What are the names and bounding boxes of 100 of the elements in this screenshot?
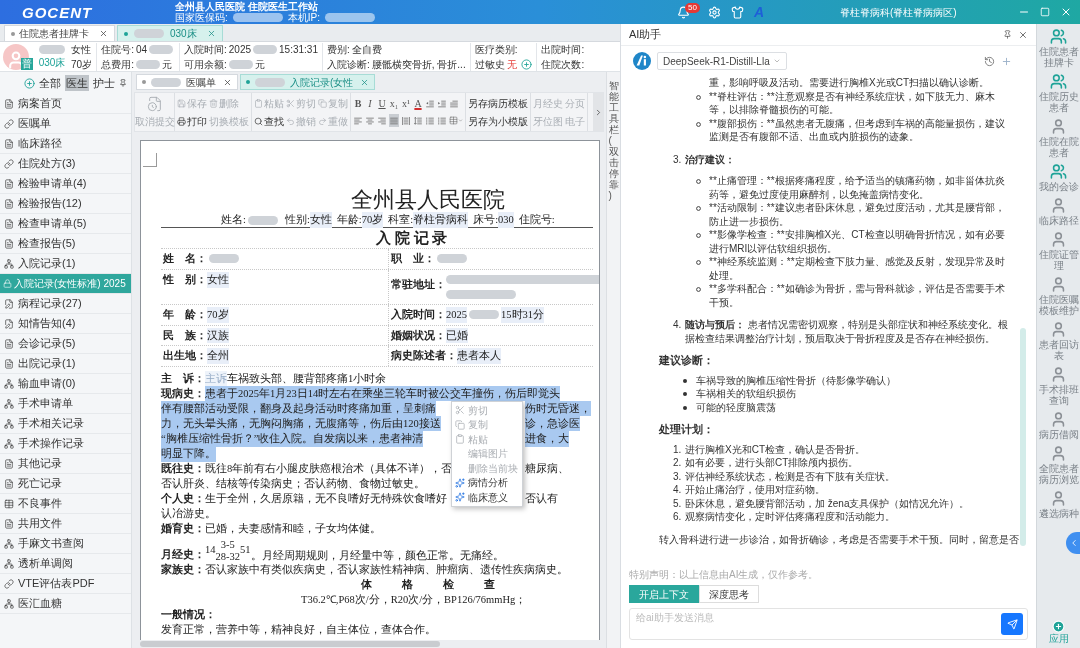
close-icon[interactable]	[1018, 29, 1028, 40]
maximize-icon[interactable]	[1040, 7, 1050, 17]
align-center-button[interactable]	[365, 114, 375, 127]
distribute-button[interactable]	[401, 114, 411, 127]
text-format-button[interactable]: I	[365, 97, 375, 110]
document-tab[interactable]: 医嘱单	[136, 74, 238, 90]
mode-toggle[interactable]: 深度思考	[699, 585, 759, 603]
record-item[interactable]: 死亡记录	[0, 474, 131, 494]
shortcut-item[interactable]: 手术排班查询	[1037, 366, 1080, 411]
record-item[interactable]: 病程记录(27)	[0, 294, 131, 314]
shortcut-item[interactable]: 病历借阅	[1037, 411, 1080, 445]
align-right-button[interactable]	[377, 114, 387, 127]
shortcut-item[interactable]: 住院证管理	[1037, 231, 1080, 276]
smart-toolbar-strip[interactable]: 智能工具栏(双击停靠)	[606, 72, 620, 648]
record-item[interactable]: 医嘱单	[0, 114, 131, 134]
record-item[interactable]: 手术相关记录	[0, 414, 131, 434]
record-item[interactable]: 不良事件	[0, 494, 131, 514]
bullets-button[interactable]	[425, 114, 435, 127]
settings-icon[interactable]	[708, 5, 721, 19]
text-format-button[interactable]: U	[377, 97, 387, 110]
filter-tab[interactable]: 医生	[65, 75, 89, 91]
record-item[interactable]: 检验报告(12)	[0, 194, 131, 214]
toolbar-button[interactable]: 另存为小模版	[468, 114, 528, 128]
copy-icon	[455, 419, 465, 430]
record-item[interactable]: 输血申请(0)	[0, 374, 131, 394]
record-item[interactable]: 检查报告(5)	[0, 234, 131, 254]
scrollbar-thumb[interactable]	[1020, 328, 1026, 546]
hollow-bullet-icon	[696, 121, 701, 127]
menu-item[interactable]: 病情分析	[452, 475, 522, 490]
record-item[interactable]: 出院记录(1)	[0, 354, 131, 374]
record-item[interactable]: 知情告知(4)	[0, 314, 131, 334]
close-icon[interactable]	[1060, 6, 1072, 18]
record-item[interactable]: VTE评估表PDF	[0, 574, 131, 594]
record-item[interactable]: 透析单调阅	[0, 554, 131, 574]
record-item[interactable]: 手术申请单	[0, 394, 131, 414]
model-select[interactable]: DeepSeek-R1-Distill-Lla	[657, 52, 787, 70]
text-format-button[interactable]: x¹	[401, 97, 411, 110]
field-label: 职 业：	[391, 251, 435, 266]
first-indent-button[interactable]	[449, 97, 459, 110]
history-icon[interactable]	[984, 55, 995, 67]
horizontal-scrollbar[interactable]	[140, 641, 440, 647]
filter-tab[interactable]: 全部	[38, 75, 62, 91]
shortcut-item[interactable]: 住院医嘱模板维护	[1037, 276, 1080, 321]
shortcut-item[interactable]: 我的会诊	[1037, 163, 1080, 197]
list-item-text: 卧床休息，避免腰背部活动，加 žena支具保护（如情况允许）。	[685, 496, 970, 510]
close-icon[interactable]	[223, 77, 232, 87]
shortcut-item[interactable]: 住院历史患者	[1037, 73, 1080, 118]
paragraph-line: 发育正常，营养中等，精神良好，自主体位，查体合作。	[161, 622, 436, 638]
align-left-button[interactable]	[353, 114, 363, 127]
add-icon[interactable]	[521, 59, 533, 70]
record-item[interactable]: 病案首页	[0, 94, 131, 114]
find-button[interactable]: 查找	[254, 114, 284, 128]
patient-tab[interactable]: 030床	[117, 25, 223, 41]
message-input[interactable]: 给ai助手发送消息	[629, 608, 1028, 640]
close-icon[interactable]	[206, 29, 216, 38]
record-item[interactable]: 其他记录	[0, 454, 131, 474]
justify-button[interactable]	[389, 114, 399, 127]
shortcut-item[interactable]: 全院患者病历浏览	[1037, 445, 1080, 490]
record-item[interactable]: 医汇血糖	[0, 594, 131, 614]
record-item[interactable]: 手术操作记录	[0, 434, 131, 454]
text-format-button[interactable]: B	[353, 97, 363, 110]
shortcut-item[interactable]: 住院在院患者	[1037, 118, 1080, 163]
record-item[interactable]: 住院处方(3)	[0, 154, 131, 174]
clipboard-icon	[455, 434, 465, 445]
shirt-icon[interactable]	[731, 5, 744, 19]
toolbar-button[interactable]: 另存病历模板	[468, 96, 528, 110]
field-label: 年龄:	[336, 213, 362, 228]
text-format-button[interactable]: x₁	[389, 97, 399, 110]
outdent-button[interactable]	[425, 97, 435, 110]
close-icon[interactable]	[360, 77, 370, 87]
text-format-button[interactable]: A	[413, 97, 423, 110]
patient-tab[interactable]: 住院患者挂牌卡	[4, 25, 115, 41]
line-spacing-button[interactable]	[413, 114, 423, 127]
menu-item[interactable]: 临床意义	[452, 490, 522, 505]
print-button[interactable]: 打印	[177, 114, 207, 128]
shortcut-item[interactable]: 住院患者挂牌卡	[1037, 28, 1080, 73]
indent-button[interactable]	[437, 97, 447, 110]
close-icon[interactable]	[99, 29, 108, 38]
pin-icon[interactable]	[1003, 30, 1012, 39]
add-icon[interactable]	[24, 77, 35, 89]
record-item[interactable]: 临床路径	[0, 134, 131, 154]
filter-tab[interactable]: 护士	[92, 75, 116, 91]
record-item[interactable]: 手麻文书查阅	[0, 534, 131, 554]
table-button[interactable]	[449, 114, 463, 127]
record-item[interactable]: 共用文件	[0, 514, 131, 534]
record-item[interactable]: 检验申请单(4)	[0, 174, 131, 194]
plus-icon[interactable]	[1001, 55, 1012, 67]
field-label: 入院时间：	[391, 307, 446, 322]
record-item[interactable]: 检查申请单(5)	[0, 214, 131, 234]
record-item[interactable]: 会诊记录(5)	[0, 334, 131, 354]
document-icon	[4, 98, 14, 109]
pin-icon[interactable]	[119, 79, 127, 87]
shortcut-item[interactable]: 临床路径	[1037, 197, 1080, 231]
bell-icon[interactable]	[677, 5, 690, 19]
shortcut-item[interactable]: 患者回访表	[1037, 321, 1080, 366]
list-item-text: 观察病情变化，定时评估疼痛程度和活动能力。	[685, 510, 895, 524]
send-button[interactable]	[1001, 613, 1023, 635]
document-tab[interactable]: 入院记录(女性	[240, 74, 376, 90]
numbering-button[interactable]	[437, 114, 447, 127]
shortcut-item[interactable]: 遴选病种	[1037, 490, 1080, 524]
